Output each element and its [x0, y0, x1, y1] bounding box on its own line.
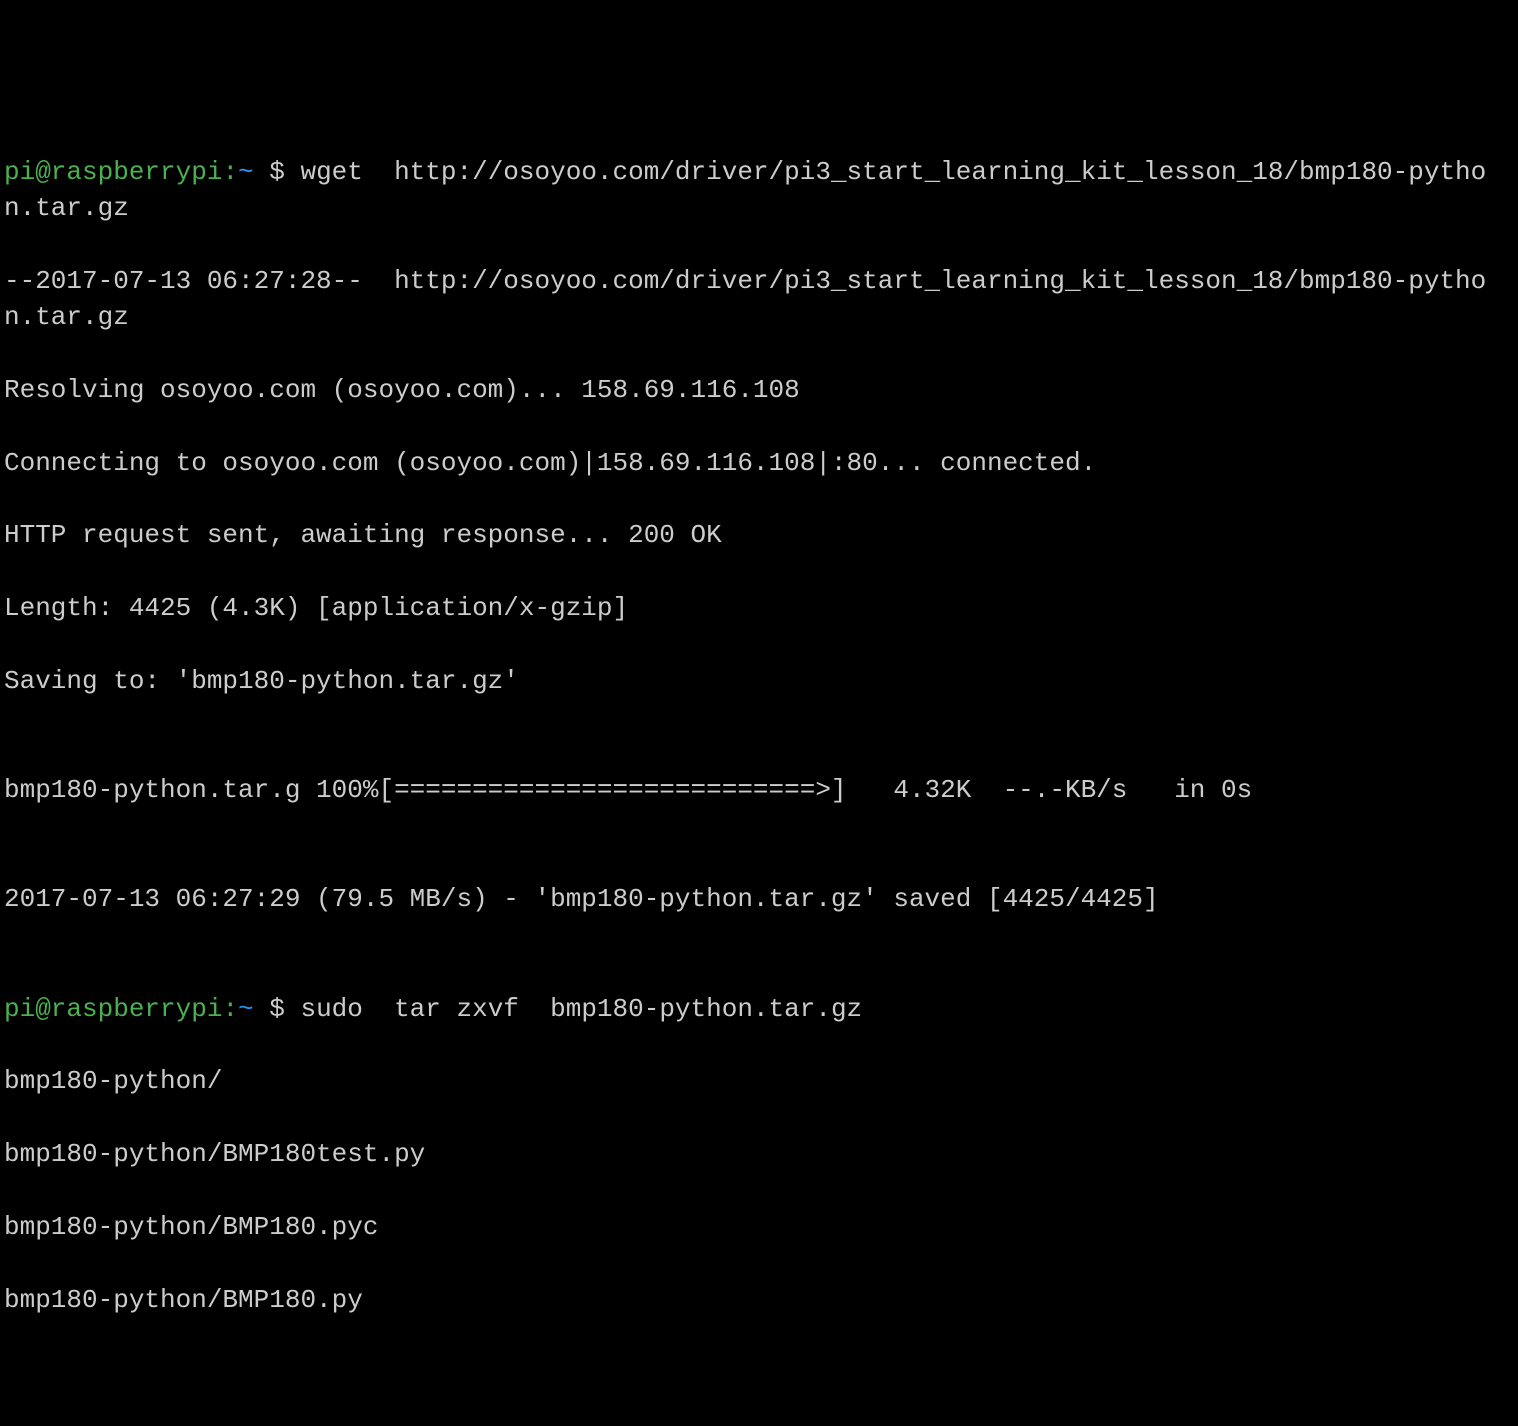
- terminal-line-prompt-1[interactable]: pi@raspberrypi:~ $ wget http://osoyoo.co…: [4, 154, 1514, 227]
- output-line: bmp180-python.tar.g 100%[===============…: [4, 772, 1514, 808]
- prompt-path: ~: [238, 157, 254, 187]
- prompt-path: ~: [238, 994, 254, 1024]
- output-line: Saving to: 'bmp180-python.tar.gz': [4, 663, 1514, 699]
- prompt-user: pi@raspberrypi: [4, 157, 222, 187]
- output-line: bmp180-python/BMP180.pyc: [4, 1209, 1514, 1245]
- prompt-user: pi@raspberrypi: [4, 994, 222, 1024]
- command-text: sudo tar zxvf bmp180-python.tar.gz: [300, 994, 862, 1024]
- prompt-dollar: $: [254, 994, 301, 1024]
- output-line: --2017-07-13 06:27:28-- http://osoyoo.co…: [4, 263, 1514, 336]
- output-line: Connecting to osoyoo.com (osoyoo.com)|15…: [4, 445, 1514, 481]
- output-line: Length: 4425 (4.3K) [application/x-gzip]: [4, 590, 1514, 626]
- output-line: bmp180-python/BMP180.py: [4, 1282, 1514, 1318]
- prompt-dollar: $: [254, 157, 301, 187]
- prompt-sep: :: [222, 994, 238, 1024]
- output-line: HTTP request sent, awaiting response... …: [4, 517, 1514, 553]
- output-line: bmp180-python/BMP180test.py: [4, 1136, 1514, 1172]
- prompt-sep: :: [222, 157, 238, 187]
- output-line: 2017-07-13 06:27:29 (79.5 MB/s) - 'bmp18…: [4, 881, 1514, 917]
- output-line: bmp180-python/: [4, 1063, 1514, 1099]
- output-line: Resolving osoyoo.com (osoyoo.com)... 158…: [4, 372, 1514, 408]
- terminal-line-prompt-2[interactable]: pi@raspberrypi:~ $ sudo tar zxvf bmp180-…: [4, 991, 1514, 1027]
